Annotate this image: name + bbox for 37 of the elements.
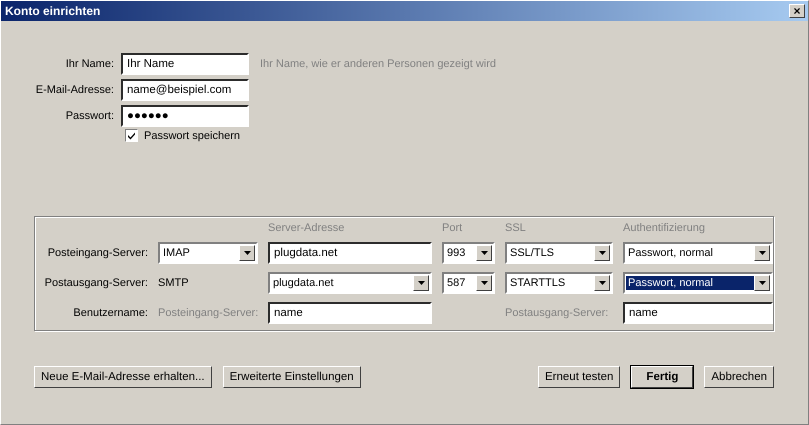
close-button[interactable]: × bbox=[789, 4, 805, 18]
dropdown[interactable]: SSL/TLS bbox=[505, 242, 613, 264]
column-header: Authentifizierung bbox=[623, 222, 706, 234]
dialog-button[interactable]: Fertig bbox=[631, 366, 694, 388]
check-icon bbox=[127, 131, 136, 140]
dropdown[interactable]: STARTTLS bbox=[505, 272, 613, 294]
dialog-button[interactable]: Erweiterte Einstellungen bbox=[222, 366, 361, 388]
dropdown[interactable]: 993 bbox=[442, 242, 495, 264]
input-field[interactable]: name bbox=[623, 302, 773, 324]
checkbox[interactable] bbox=[125, 129, 138, 142]
field-label: Postausgang-Server: bbox=[505, 307, 610, 319]
window-title: Konto einrichten bbox=[5, 4, 100, 18]
dialog-button[interactable]: Neue E-Mail-Adresse erhalten... bbox=[34, 366, 212, 388]
column-header: Server-Adresse bbox=[268, 222, 346, 234]
field-label: Ihr Name: bbox=[64, 58, 114, 70]
dropdown[interactable]: Passwort, normal bbox=[623, 242, 773, 264]
input-field[interactable]: name bbox=[268, 302, 432, 324]
protocol-text: SMTP bbox=[158, 277, 190, 289]
dropdown[interactable]: IMAP bbox=[158, 242, 258, 264]
input-field[interactable]: Ihr Name bbox=[121, 53, 249, 75]
row-label: Postausgang-Server: bbox=[44, 277, 148, 289]
input-field[interactable]: name@beispiel.com bbox=[121, 79, 249, 101]
column-header: Port bbox=[442, 222, 464, 234]
dropdown[interactable]: 587 bbox=[442, 272, 495, 294]
checkbox-label: Passwort speichern bbox=[144, 130, 240, 142]
input-field[interactable]: plugdata.net bbox=[268, 242, 432, 264]
row-label: Benutzername: bbox=[72, 307, 148, 319]
dropdown[interactable]: Passwort, normal bbox=[623, 272, 773, 294]
row-label: Posteingang-Server: bbox=[46, 247, 148, 259]
dropdown[interactable]: plugdata.net bbox=[268, 272, 432, 294]
dialog-button[interactable]: Erneut testen bbox=[538, 366, 620, 388]
dialog-button[interactable]: Abbrechen bbox=[704, 366, 774, 388]
field-label: Passwort: bbox=[64, 110, 114, 122]
hint-text: Ihr Name, wie er anderen Personen gezeigt wird bbox=[260, 58, 496, 70]
column-header: SSL bbox=[505, 222, 527, 234]
input-field[interactable]: ●●●●●● bbox=[121, 105, 249, 127]
field-label: E-Mail-Adresse: bbox=[34, 84, 114, 96]
